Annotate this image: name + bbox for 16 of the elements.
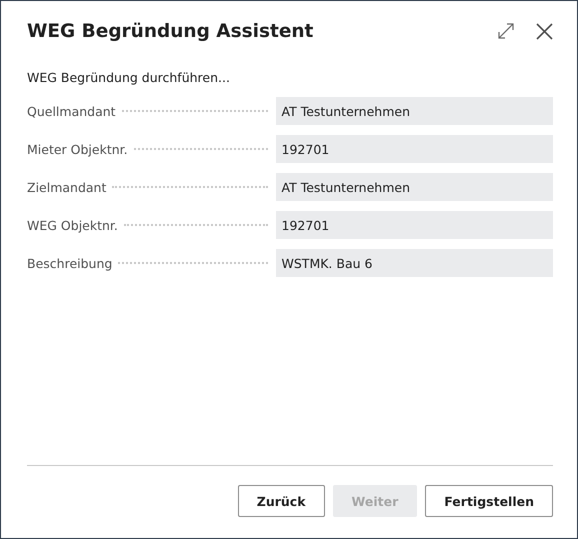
field-label: Zielmandant (27, 180, 108, 194)
input-field[interactable]: AT Testunternehmen (276, 97, 553, 125)
action-button[interactable]: Zurück (238, 485, 325, 517)
expand-icon[interactable] (498, 23, 514, 39)
field-label: Beschreibung (27, 256, 114, 270)
input-field[interactable]: 192701 (276, 211, 553, 239)
field-label: WEG Objektnr. (27, 218, 119, 232)
input-field[interactable]: 192701 (276, 135, 553, 163)
close-icon[interactable] (536, 22, 553, 40)
subtitle: WEG Begründung durchführen... (27, 70, 231, 87)
action-button[interactable]: Fertigstellen (425, 485, 553, 517)
input-field[interactable]: AT Testunternehmen (276, 173, 553, 201)
field-label: Quellmandant (27, 104, 117, 118)
input-field[interactable]: WSTMK. Bau 6 (276, 249, 553, 277)
field-label: Mieter Objektnr. (27, 142, 129, 156)
window-title: WEG Begründung Assistent (27, 20, 314, 42)
